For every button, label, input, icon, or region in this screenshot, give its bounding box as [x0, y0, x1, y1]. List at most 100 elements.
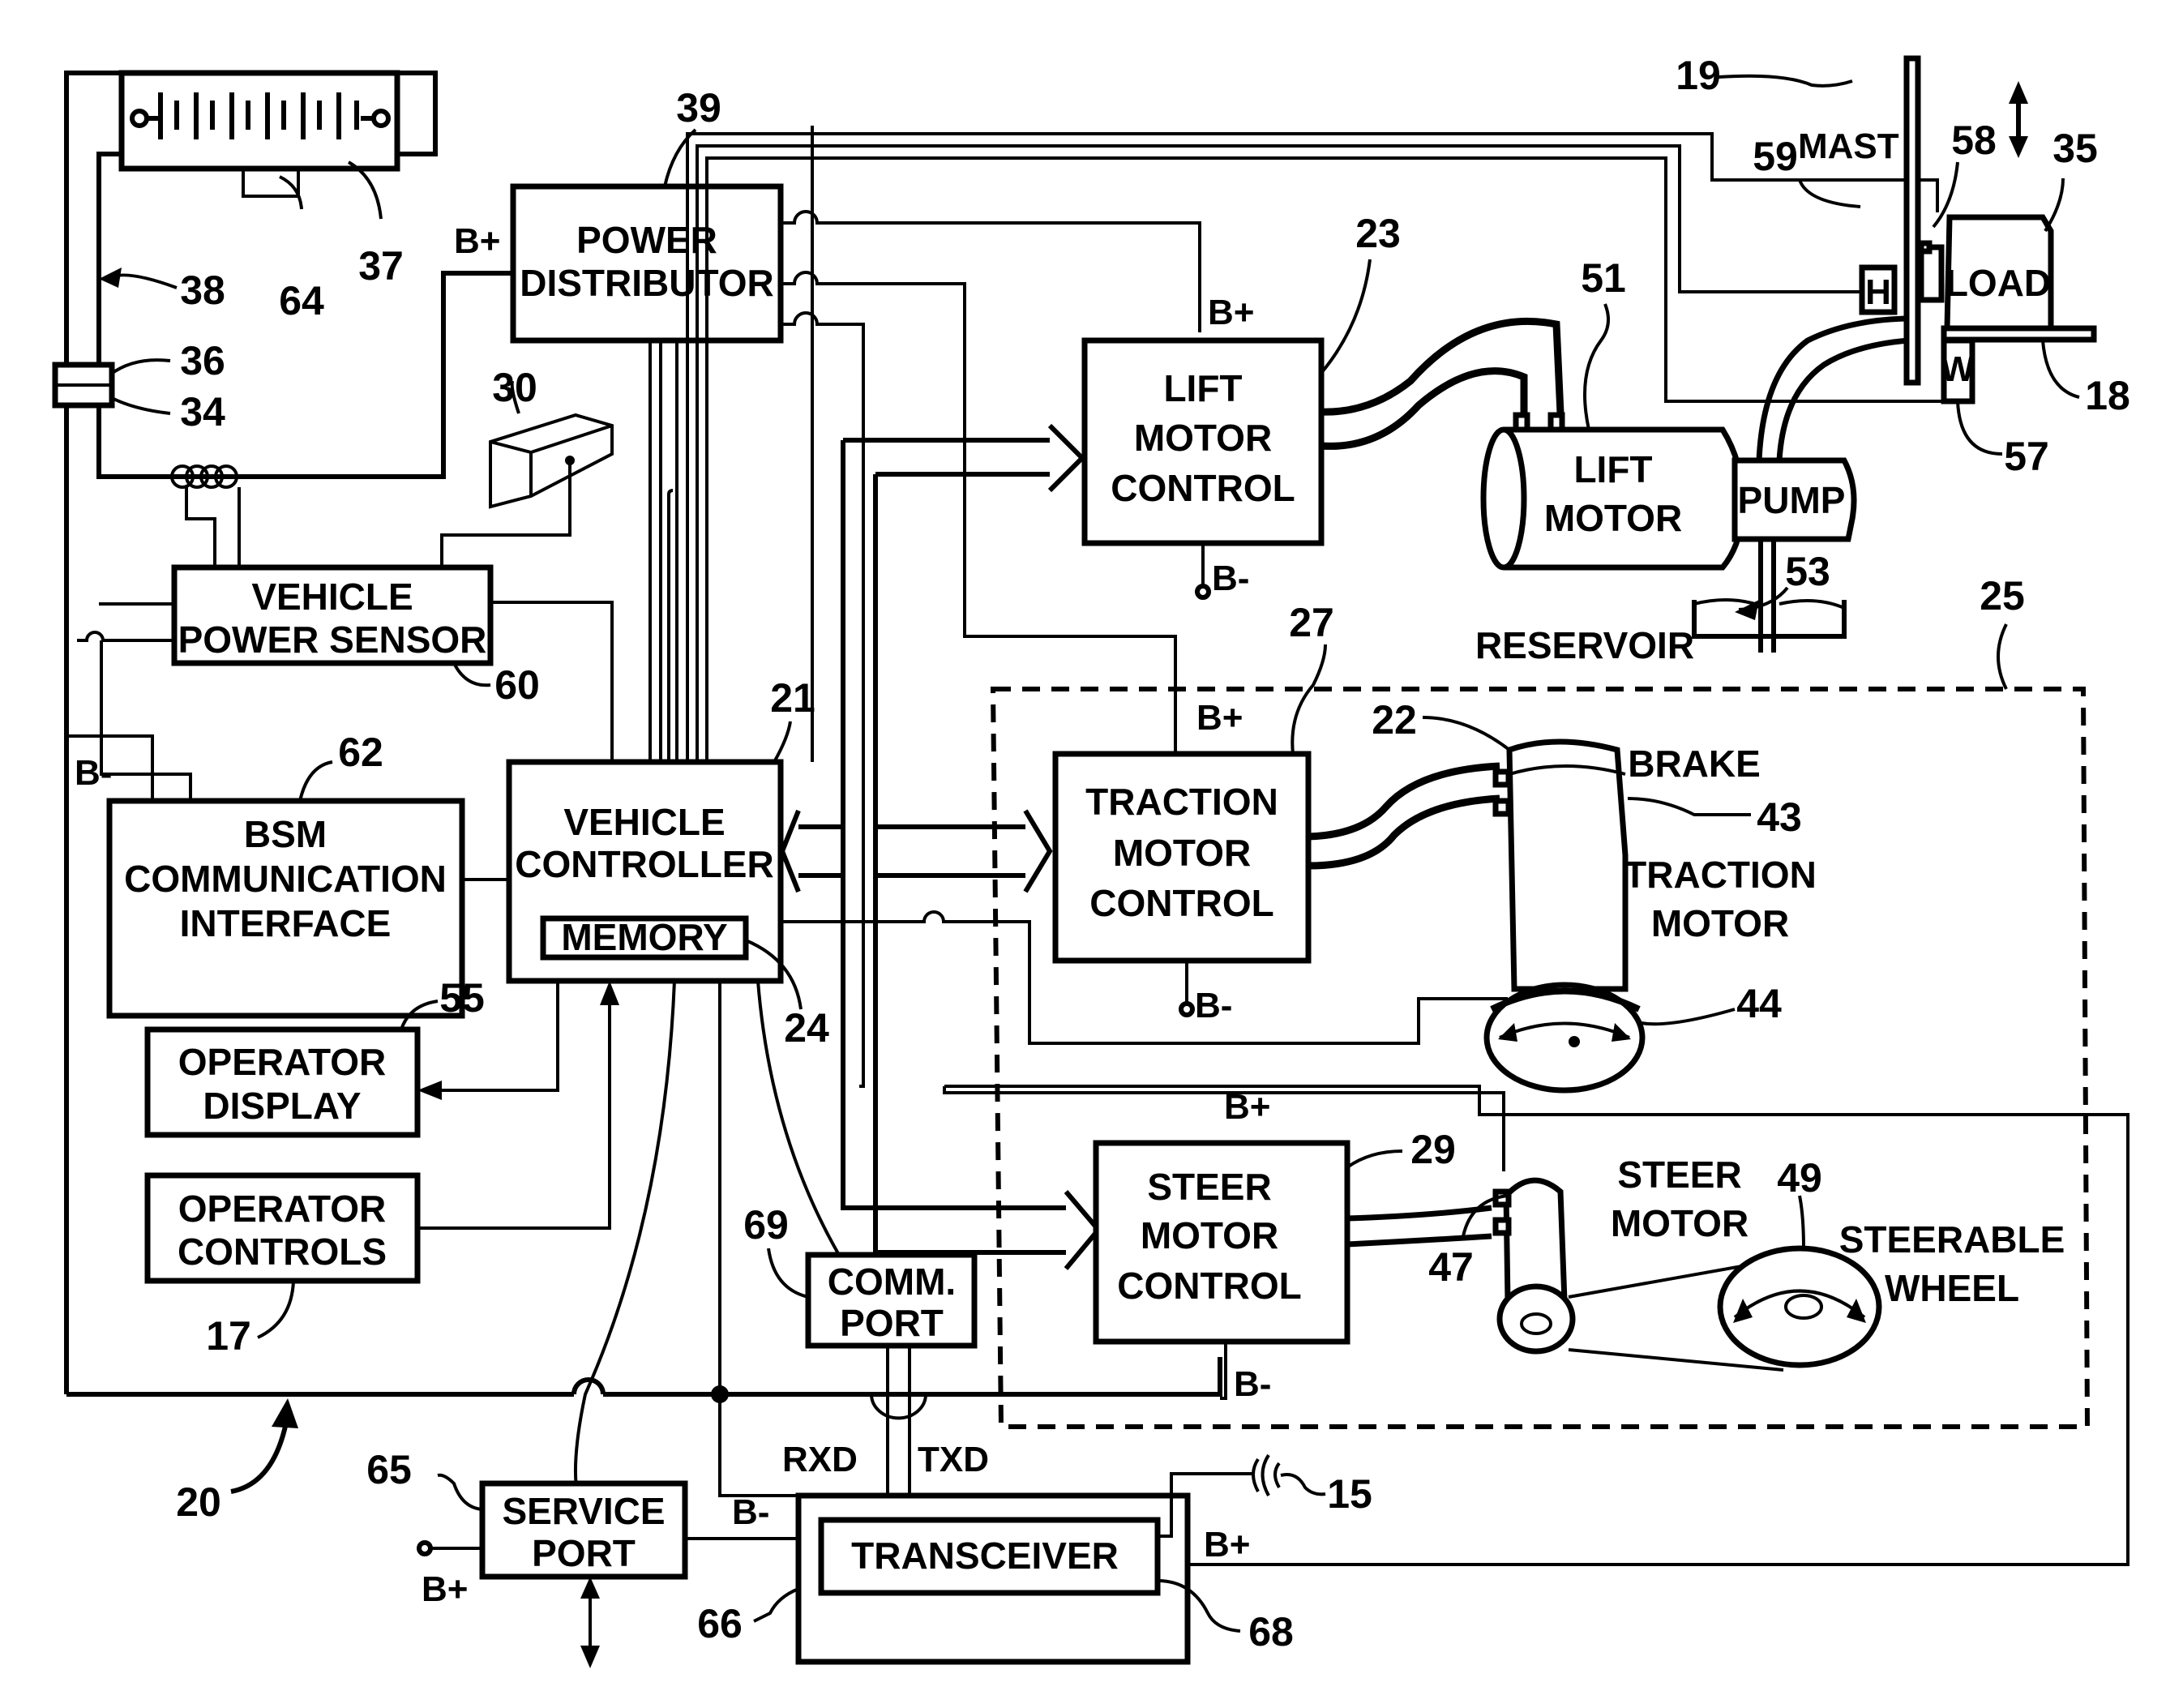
mast: [1903, 55, 1921, 386]
svg-text:H: H: [1865, 272, 1891, 312]
leader-21: [773, 721, 792, 763]
ref-62: 62: [338, 730, 383, 775]
drive-wheel: [1483, 982, 1646, 1094]
ref-18: 18: [2085, 373, 2130, 418]
ref-53: 53: [1785, 549, 1830, 594]
svg-text:POWER SENSOR: POWER SENSOR: [178, 619, 487, 661]
svg-text:TRANSCEIVER: TRANSCEIVER: [851, 1535, 1119, 1577]
leader-17: [257, 1280, 295, 1339]
svg-text:DISPLAY: DISPLAY: [203, 1085, 361, 1127]
leader-39: [663, 128, 697, 187]
steer-motor-label-2: MOTOR: [1611, 1202, 1749, 1244]
ref-44: 44: [1736, 981, 1782, 1026]
ref-24: 24: [784, 1005, 829, 1051]
lift-motor-control: LIFT MOTOR CONTROL: [1081, 337, 1325, 546]
comm-port: COMM. PORT: [805, 1252, 978, 1349]
figure-20-arrowhead: [272, 1398, 298, 1428]
bsm-ground-label: B-: [75, 753, 112, 793]
steer-bminus-label: B-: [1234, 1364, 1271, 1404]
transceiver: TRANSCEIVER: [818, 1517, 1161, 1596]
service-port-bplus-label: B+: [422, 1569, 468, 1609]
reservoir: [1692, 598, 1847, 639]
key-switch: [440, 413, 614, 567]
steer-motor-cables: [1346, 1205, 1492, 1248]
ref-36: 36: [180, 338, 225, 383]
ref-30: 30: [492, 365, 537, 410]
svg-text:DISTRIBUTOR: DISTRIBUTOR: [520, 262, 774, 304]
antenna-icon: [1252, 1453, 1281, 1496]
brake-label: BRAKE: [1628, 743, 1761, 785]
controls-arrowhead: [600, 981, 619, 1005]
svg-text:VEHICLE: VEHICLE: [251, 576, 413, 618]
leader-19: [1718, 74, 1853, 88]
svg-text:MEMORY: MEMORY: [561, 916, 727, 958]
load: LOAD: [1944, 214, 2054, 332]
traction-control-bus-arrow: [779, 809, 1053, 893]
ref-69: 69: [743, 1202, 789, 1248]
bsm-communication-interface: BSM COMMUNICATION INTERFACE: [106, 798, 465, 1019]
svg-text:OPERATOR: OPERATOR: [178, 1188, 386, 1230]
comm-bus-wires: [574, 980, 841, 1497]
svg-text:PORT: PORT: [532, 1532, 636, 1574]
memory: MEMORY: [540, 915, 749, 961]
ref-29: 29: [1410, 1127, 1456, 1172]
leader-69: [767, 1248, 809, 1299]
controls-wire: [417, 993, 611, 1230]
svg-text:PUMP: PUMP: [1738, 479, 1846, 521]
ref-23: 23: [1355, 211, 1401, 256]
leader-43: [1627, 797, 1751, 816]
leader-25: [1997, 623, 2008, 690]
rx-tx-crossover: [870, 1393, 927, 1420]
ref-58: 58: [1951, 118, 1997, 163]
svg-text:OPERATOR: OPERATOR: [178, 1041, 386, 1083]
operator-controls: OPERATOR CONTROLS: [144, 1172, 421, 1284]
block-diagram: 64 37 38 36 34 B+ POWER DISTRIBUTOR 39 3…: [52, 53, 2130, 1668]
svg-text:CONTROL: CONTROL: [1117, 1265, 1301, 1307]
ref-65: 65: [366, 1447, 412, 1492]
ref-35: 35: [2052, 126, 2098, 171]
hydraulic-lines: [1756, 315, 1910, 461]
ground-junction: [711, 1385, 729, 1403]
rxd-label: RXD: [782, 1440, 858, 1479]
traction-motor-control: TRACTION MOTOR CONTROL: [1052, 751, 1312, 964]
height-sensor: H: [1859, 264, 1898, 315]
ref-27: 27: [1289, 600, 1334, 645]
leader-62: [298, 760, 333, 802]
steerable-wheel: [1568, 1245, 1882, 1372]
ref-39: 39: [676, 85, 721, 131]
current-coil: [170, 464, 241, 567]
ref-57: 57: [2004, 434, 2049, 479]
ref-37: 37: [358, 243, 404, 289]
reservoir-label: RESERVOIR: [1475, 624, 1694, 666]
svg-text:MOTOR: MOTOR: [1141, 1214, 1278, 1256]
traction-motor-label-1: TRACTION: [1624, 854, 1817, 896]
svg-text:CONTROLLER: CONTROLLER: [515, 843, 773, 885]
leader-60: [452, 662, 491, 687]
leader-44: [1641, 1008, 1736, 1026]
svg-text:PORT: PORT: [840, 1302, 944, 1344]
leader-65: [437, 1473, 483, 1511]
steer-bplus-label: B+: [1224, 1087, 1270, 1127]
ref-25: 25: [1980, 573, 2025, 619]
steerable-wheel-label-1: STEERABLE: [1839, 1218, 2065, 1261]
svg-text:BSM: BSM: [244, 813, 327, 855]
operator-display: OPERATOR DISPLAY: [144, 1026, 421, 1138]
leader-51: [1583, 303, 1610, 430]
traction-motor-label-2: MOTOR: [1651, 902, 1789, 944]
arrowhead-38: [99, 268, 122, 288]
ref-17: 17: [206, 1313, 251, 1359]
ref-55: 55: [439, 975, 485, 1021]
svg-text:CONTROL: CONTROL: [1089, 882, 1273, 924]
service-port: SERVICE PORT: [479, 1480, 688, 1580]
ref-51: 51: [1581, 255, 1626, 301]
ref-38: 38: [180, 268, 225, 313]
leader-57: [1956, 400, 2003, 456]
transceiver-ground-label: B-: [732, 1492, 769, 1532]
ref-49: 49: [1777, 1155, 1822, 1201]
svg-text:STEER: STEER: [1147, 1166, 1271, 1208]
traction-ground-terminal: [1179, 1001, 1195, 1017]
rx-tx-lines: [886, 1346, 911, 1504]
leader-59: [1798, 179, 1861, 208]
traction-motor-cables: [1308, 762, 1500, 870]
transceiver-bplus-label: B+: [1204, 1525, 1250, 1565]
